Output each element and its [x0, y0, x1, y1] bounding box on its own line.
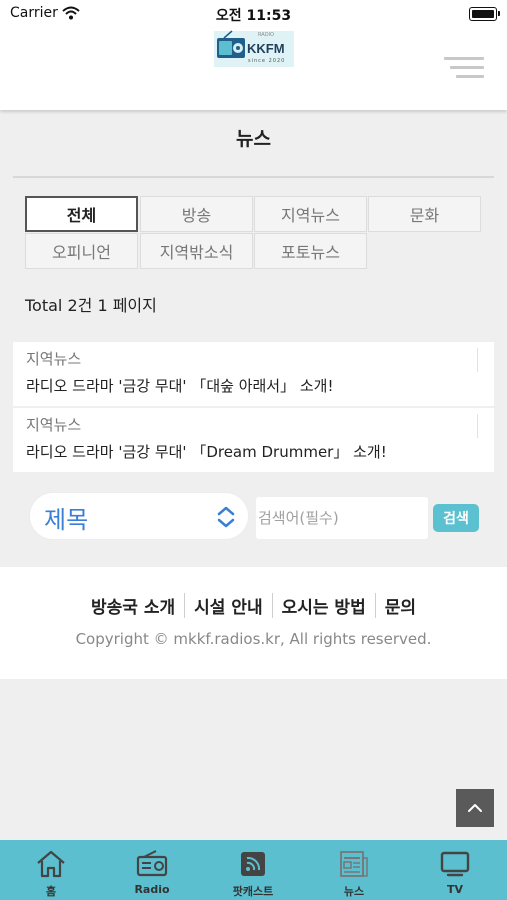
footer: 방송국 소개 시설 안내 오시는 방법 문의 Copyright © mkkf.… — [0, 567, 507, 679]
nav-radio-label: Radio — [134, 883, 170, 896]
news-category: 지역뉴스 — [26, 350, 82, 368]
news-title[interactable]: 라디오 드라마 '금강 무대' 「Dream Drummer」 소개! — [26, 441, 387, 462]
footer-link-facilities[interactable]: 시설 안내 — [184, 593, 271, 618]
nav-news-label: 뉴스 — [343, 885, 365, 898]
tab-culture[interactable]: 문화 — [368, 196, 481, 232]
search-field-select[interactable]: 제목 — [29, 492, 249, 540]
news-divider — [477, 348, 478, 372]
tab-all[interactable]: 전체 — [25, 196, 138, 232]
nav-podcast-label: 팟캐스트 — [232, 885, 274, 898]
logo-top-text: RADIO — [258, 32, 274, 38]
search-button[interactable]: 검색 — [433, 504, 479, 532]
status-time: 오전 11:53 — [215, 8, 292, 24]
chevron-up-icon — [468, 804, 482, 812]
app-header: RADIO KKFM since 2020 — [0, 28, 507, 110]
footer-link-contact[interactable]: 문의 — [374, 593, 425, 618]
footer-links: 방송국 소개 시설 안내 오시는 방법 문의 — [0, 593, 507, 618]
footer-link-directions[interactable]: 오시는 방법 — [271, 593, 375, 618]
news-item[interactable]: 지역뉴스 라디오 드라마 '금강 무대' 「대숲 아래서」 소개! — [13, 342, 494, 406]
news-item[interactable]: 지역뉴스 라디오 드라마 '금강 무대' 「Dream Drummer」 소개! — [13, 408, 494, 472]
home-icon — [37, 850, 65, 878]
nav-podcast[interactable]: 팟캐스트 — [203, 840, 303, 900]
scroll-top-button[interactable] — [456, 789, 494, 827]
nav-news[interactable]: 뉴스 — [304, 840, 404, 900]
footer-link-about[interactable]: 방송국 소개 — [82, 593, 184, 618]
nav-tv[interactable]: TV — [405, 840, 505, 900]
nav-home-label: 홈 — [45, 885, 57, 898]
total-count: Total 2건 1 페이지 — [25, 296, 157, 315]
copyright: Copyright © mkkf.radios.kr, All rights r… — [75, 630, 432, 648]
news-icon — [340, 851, 368, 877]
bottom-nav: 홈 Radio 팟캐스트 뉴스 TV — [0, 840, 507, 900]
tab-outside-news[interactable]: 지역밖소식 — [140, 233, 253, 269]
search-input[interactable] — [256, 497, 428, 539]
news-divider — [477, 414, 478, 438]
podcast-icon — [241, 852, 265, 876]
page-title: 뉴스 — [236, 128, 271, 150]
logo-sub-text: since 2020 — [248, 58, 286, 64]
battery-icon — [469, 7, 500, 21]
kkfm-logo[interactable]: RADIO KKFM since 2020 — [214, 30, 294, 68]
nav-radio[interactable]: Radio — [102, 840, 202, 900]
nav-home[interactable]: 홈 — [1, 840, 101, 900]
status-bar: Carrier 오전 11:53 — [0, 0, 507, 28]
menu-icon[interactable] — [444, 55, 484, 81]
radio-icon — [136, 850, 168, 877]
chevron-up-down-icon — [216, 505, 236, 533]
tab-broadcast[interactable]: 방송 — [140, 196, 253, 232]
title-divider — [13, 176, 494, 178]
tab-local-news[interactable]: 지역뉴스 — [254, 196, 367, 232]
tab-photo-news[interactable]: 포토뉴스 — [254, 233, 367, 269]
logo-text: KKFM — [247, 41, 285, 56]
search-field-value: 제목 — [44, 506, 89, 534]
news-title[interactable]: 라디오 드라마 '금강 무대' 「대숲 아래서」 소개! — [26, 375, 333, 396]
tab-opinion[interactable]: 오피니언 — [25, 233, 138, 269]
tv-icon — [440, 851, 470, 877]
nav-tv-label: TV — [446, 883, 464, 896]
news-category: 지역뉴스 — [26, 416, 82, 434]
